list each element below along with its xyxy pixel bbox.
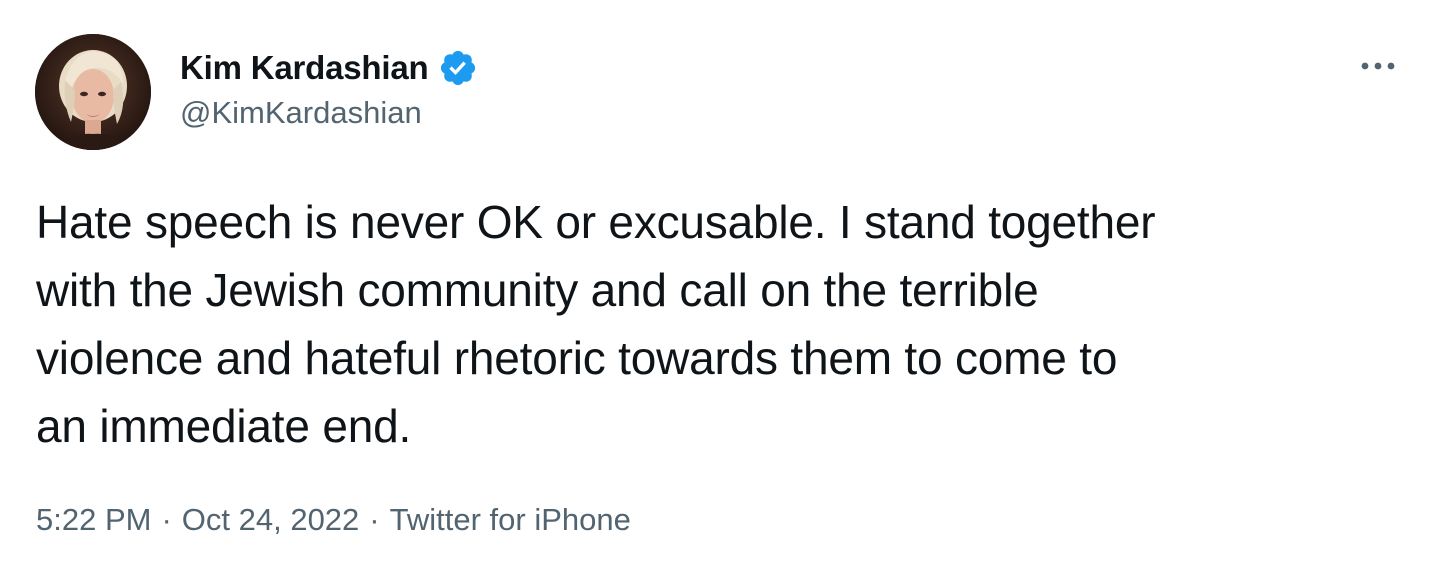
meta-separator: ·: [369, 502, 380, 537]
author-handle[interactable]: @KimKardashian: [180, 95, 422, 131]
verified-badge-icon: [441, 50, 476, 86]
more-options-button[interactable]: [1356, 48, 1400, 84]
meta-separator: ·: [161, 502, 172, 537]
avatar-image: [35, 34, 151, 150]
more-options-icon: [1361, 62, 1395, 70]
tweet-time[interactable]: 5:22 PM: [36, 502, 151, 537]
tweet-metadata: 5:22 PM · Oct 24, 2022 · Twitter for iPhone: [36, 502, 631, 538]
tweet-date[interactable]: Oct 24, 2022: [182, 502, 360, 537]
tweet-card: Kim Kardashian @KimKardashian Hate speec…: [0, 0, 1440, 574]
avatar[interactable]: [35, 34, 151, 150]
tweet-text: Hate speech is never OK or excusable. I …: [36, 196, 1156, 452]
author-display-name[interactable]: Kim Kardashian: [180, 49, 429, 87]
tweet-source[interactable]: Twitter for iPhone: [390, 502, 631, 537]
author-name-row: Kim Kardashian: [180, 46, 478, 90]
